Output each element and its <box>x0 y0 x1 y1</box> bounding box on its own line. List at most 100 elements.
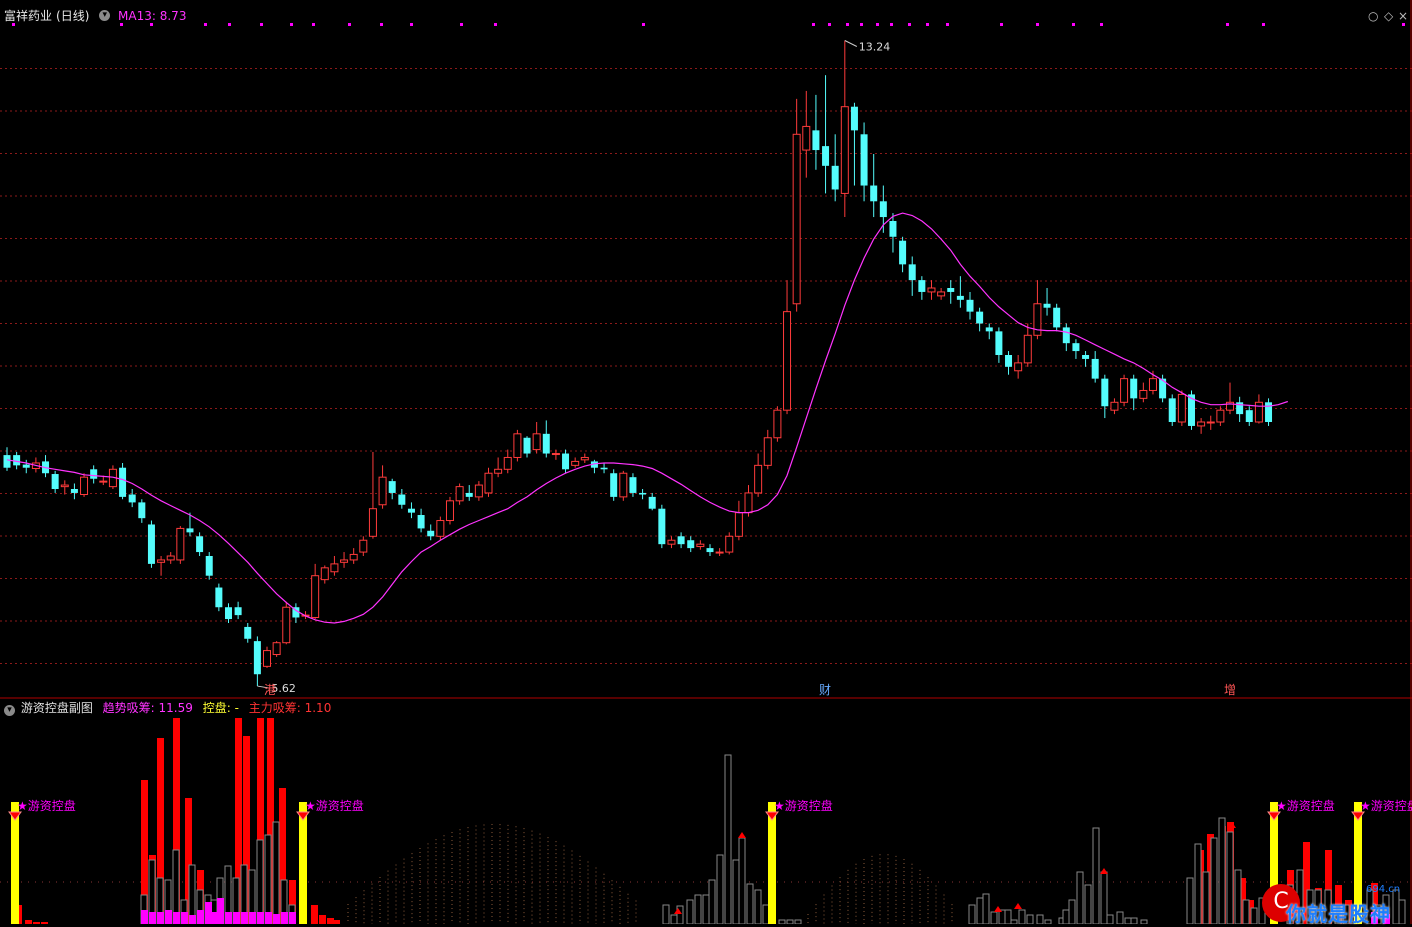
main-suction-bar <box>249 912 256 924</box>
marker-dot <box>1100 23 1103 26</box>
marker-dot <box>828 23 831 26</box>
candle-down <box>1053 307 1061 328</box>
candle-up <box>937 291 946 297</box>
candle-down <box>1130 378 1138 399</box>
price-chart[interactable]: 13.245.62港财增★游资控盘★游资控盘★游资控盘★游资控盘★游资控盘 <box>0 0 1412 924</box>
marker-dot <box>846 23 849 26</box>
main-suction-bar <box>241 912 248 924</box>
candle-up <box>359 539 368 553</box>
candle-up <box>802 125 811 151</box>
volume-bar <box>1106 914 1114 924</box>
candle-up <box>1177 393 1186 423</box>
marker-dot <box>876 23 879 26</box>
candle-down <box>918 280 926 292</box>
volume-bar <box>1116 911 1124 924</box>
marker-dot <box>410 23 413 26</box>
signal-arrow-icon <box>1351 811 1365 821</box>
volume-bar <box>1226 831 1234 924</box>
candle-down <box>407 508 415 513</box>
candle-down <box>205 556 213 576</box>
candle-down <box>51 474 59 489</box>
main-suction-bar <box>157 912 164 924</box>
marker-dot <box>260 23 263 26</box>
candle-up <box>1206 421 1215 424</box>
event-marker: 增 <box>1224 683 1236 697</box>
candle-down <box>879 201 887 218</box>
candle-down <box>22 464 30 468</box>
candle-down <box>985 327 993 332</box>
candle-up <box>667 539 676 545</box>
main-suction-bar <box>211 912 218 924</box>
volume-bar <box>1004 909 1012 924</box>
volume-bar <box>1124 917 1132 924</box>
candle-up <box>783 311 792 411</box>
candle-down <box>850 106 858 131</box>
candle-up <box>282 606 291 644</box>
suction-bar <box>319 915 326 924</box>
candle-down <box>687 540 695 549</box>
candle-up <box>734 512 743 537</box>
candle-down <box>1043 303 1051 308</box>
candle-up <box>503 456 512 470</box>
marker-dot <box>890 23 893 26</box>
volume-bar <box>1210 837 1218 924</box>
up-arrow-icon <box>1014 903 1022 909</box>
candle-down <box>70 489 78 493</box>
marker-dot <box>290 23 293 26</box>
suction-bar <box>311 905 318 924</box>
candle-down <box>658 508 666 545</box>
marker-dot <box>1226 23 1229 26</box>
marker-dot <box>348 23 351 26</box>
candle-up <box>619 472 628 498</box>
candle-down <box>1091 358 1099 379</box>
volume-bar <box>1036 914 1044 924</box>
candle-down <box>427 530 435 537</box>
candle-down <box>822 146 830 166</box>
marker-dot <box>860 23 863 26</box>
marker-dot <box>380 23 383 26</box>
main-suction-bar <box>141 910 148 924</box>
candle-up <box>715 551 724 554</box>
candle-down <box>1245 410 1253 422</box>
main-suction-bar <box>257 912 264 924</box>
volume-bar <box>1100 871 1108 924</box>
main-suction-bar <box>165 910 172 924</box>
candle-down <box>224 607 232 620</box>
main-suction-bar <box>265 912 272 924</box>
volume-bar <box>724 754 732 924</box>
volume-bar <box>256 839 264 924</box>
candle-down <box>831 165 839 190</box>
candle-up <box>1197 421 1206 427</box>
candle-up <box>368 508 377 537</box>
signal-label: ★游资控盘 <box>17 798 76 813</box>
marker-dot <box>150 23 153 26</box>
suction-bar <box>333 920 340 924</box>
candle-down <box>119 467 127 497</box>
up-arrow-icon <box>1100 868 1108 874</box>
candle-down <box>523 437 531 454</box>
up-arrow-icon <box>738 832 746 838</box>
candle-up <box>176 527 185 561</box>
volume-bar <box>662 904 670 924</box>
marker-dot <box>642 23 645 26</box>
marker-dot <box>812 23 815 26</box>
candle-up <box>1023 334 1032 364</box>
volume-bar <box>1026 914 1034 924</box>
signal-arrow-icon <box>296 811 310 821</box>
suction-bar <box>327 918 334 924</box>
candle-down <box>3 455 11 468</box>
event-marker: 港 <box>264 683 276 697</box>
main-suction-bar <box>181 912 188 924</box>
watermark-logo: C 你就是股神 694.cn <box>1262 884 1412 926</box>
candle-up <box>580 456 589 461</box>
candle-up <box>320 567 329 581</box>
candle-up <box>696 543 705 548</box>
volume-bar <box>1062 909 1070 924</box>
candle-down <box>196 536 204 553</box>
signal-arrow-icon <box>765 811 779 821</box>
candle-up <box>349 553 358 561</box>
marker-dot <box>228 23 231 26</box>
candle-down <box>465 492 473 497</box>
volume-bar <box>686 899 694 924</box>
signal-arrow-icon <box>8 811 22 821</box>
